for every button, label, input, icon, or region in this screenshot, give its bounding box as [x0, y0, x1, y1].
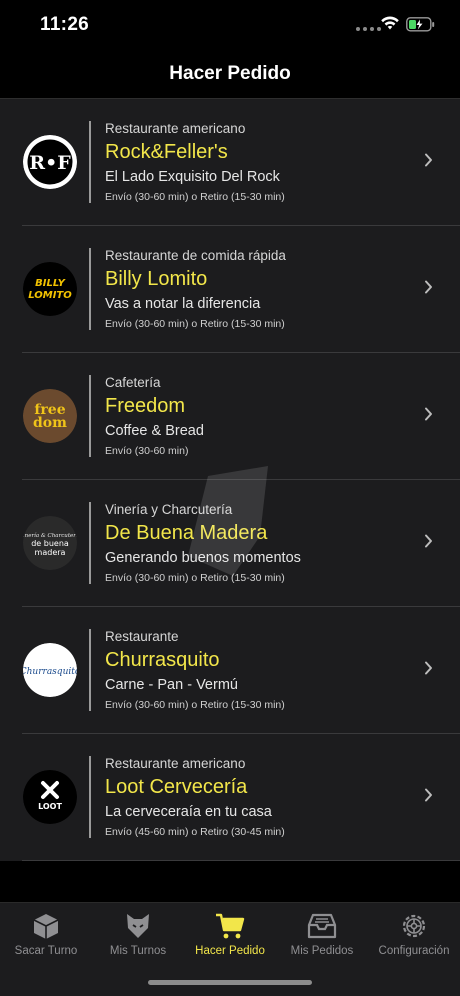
tab-label: Configuración: [378, 945, 450, 957]
churrasquito-logo: Churrasquito: [23, 643, 77, 697]
page-title: Hacer Pedido: [169, 63, 291, 84]
tab-mis-pedidos[interactable]: Mis Pedidos: [276, 911, 368, 957]
rockfellers-logo: R•F: [23, 135, 77, 189]
tab-label: Mis Turnos: [109, 945, 167, 957]
freedom-logo: free dom: [23, 389, 77, 443]
restaurant-tagline: Coffee & Bread: [105, 423, 204, 439]
restaurant-delivery-times: Envío (45-60 min) o Retiro (30-45 min): [105, 826, 285, 838]
restaurant-delivery-times: Envío (30-60 min): [105, 445, 189, 457]
loot-logo: LOOT: [23, 770, 77, 824]
fox-icon: [127, 914, 149, 938]
chevron-right-icon: [425, 661, 432, 675]
restaurant-row-loot[interactable]: LOOT Restaurante americano Loot Cervecer…: [0, 734, 460, 861]
restaurant-name: Loot Cervecería: [105, 776, 248, 798]
svg-text:dom: dom: [33, 415, 67, 431]
row-divider-bar: [89, 248, 91, 330]
restaurant-row-freedom[interactable]: free dom Cafetería Freedom Coffee & Brea…: [0, 353, 460, 480]
restaurant-name: Billy Lomito: [105, 268, 208, 290]
loot-logo-text: LOOT: [38, 802, 62, 811]
restaurant-name: Churrasquito: [105, 649, 220, 671]
restaurant-name: Rock&Feller's: [105, 141, 228, 163]
svg-text:Vinería & Charcutería: Vinería & Charcutería: [23, 532, 77, 539]
svg-text:de buena: de buena: [31, 539, 69, 548]
tab-label: Hacer Pedido: [195, 945, 265, 957]
de-buena-madera-logo: Vinería & Charcutería de buena madera: [23, 516, 77, 570]
tab-configuracion[interactable]: Configuración: [368, 911, 460, 957]
chevron-right-icon: [425, 788, 432, 802]
svg-text:LOMITO: LOMITO: [28, 290, 72, 301]
restaurant-row-rockfellers[interactable]: R•F Restaurante americano Rock&Feller's …: [0, 99, 460, 226]
restaurant-category: Restaurante de comida rápida: [105, 248, 286, 263]
restaurant-category: Restaurante americano: [105, 121, 246, 136]
tab-hacer-pedido[interactable]: Hacer Pedido: [184, 911, 276, 957]
row-divider-bar: [89, 756, 91, 838]
signal-icon: [356, 27, 381, 31]
chevron-right-icon: [425, 280, 432, 294]
status-time: 11:26: [40, 14, 90, 35]
restaurant-row-churrasquito[interactable]: Churrasquito Restaurante Churrasquito Ca…: [0, 607, 460, 734]
restaurant-tagline: El Lado Exquisito Del Rock: [105, 169, 280, 185]
inbox-icon: [307, 913, 337, 939]
restaurant-tagline: Carne - Pan - Vermú: [105, 677, 238, 693]
home-indicator[interactable]: [148, 980, 312, 985]
svg-text:BILLY: BILLY: [35, 278, 67, 289]
restaurant-tagline: Vas a notar la diferencia: [105, 296, 261, 312]
restaurant-category: Restaurante americano: [105, 756, 246, 771]
restaurant-delivery-times: Envío (30-60 min) o Retiro (15-30 min): [105, 699, 285, 711]
row-divider-bar: [89, 375, 91, 457]
restaurant-category: Restaurante: [105, 629, 179, 644]
tab-sacar-turno[interactable]: Sacar Turno: [0, 911, 92, 957]
restaurant-delivery-times: Envío (30-60 min) o Retiro (15-30 min): [105, 318, 285, 330]
tab-label: Mis Pedidos: [290, 945, 354, 957]
chevron-right-icon: [425, 407, 432, 421]
wifi-icon: [381, 16, 399, 30]
svg-text:madera: madera: [35, 548, 66, 557]
watermark-logo-icon: [188, 466, 268, 576]
tab-label: Sacar Turno: [14, 945, 78, 957]
row-divider-bar: [89, 502, 91, 584]
restaurant-delivery-times: Envío (30-60 min) o Retiro (15-30 min): [105, 191, 285, 203]
tab-mis-turnos[interactable]: Mis Turnos: [92, 911, 184, 957]
restaurant-category: Cafetería: [105, 375, 161, 390]
restaurant-tagline: La cerveceraía en tu casa: [105, 804, 272, 820]
box-icon: [33, 914, 59, 939]
restaurant-name: Freedom: [105, 395, 186, 417]
churrasquito-logo-text: Churrasquito: [23, 667, 77, 677]
chevron-right-icon: [425, 153, 432, 167]
status-bar: 11:26: [0, 0, 460, 50]
row-divider-bar: [89, 629, 91, 711]
row-divider-bar: [89, 121, 91, 203]
cart-icon: [216, 913, 245, 939]
chevron-right-icon: [425, 534, 432, 548]
rockfellers-logo-text: R•F: [29, 152, 71, 174]
billy-lomito-logo: BILLY LOMITO: [23, 262, 77, 316]
gear-icon: [402, 914, 426, 938]
restaurant-row-billy-lomito[interactable]: BILLY LOMITO Restaurante de comida rápid…: [0, 226, 460, 353]
battery-icon: [406, 17, 435, 32]
